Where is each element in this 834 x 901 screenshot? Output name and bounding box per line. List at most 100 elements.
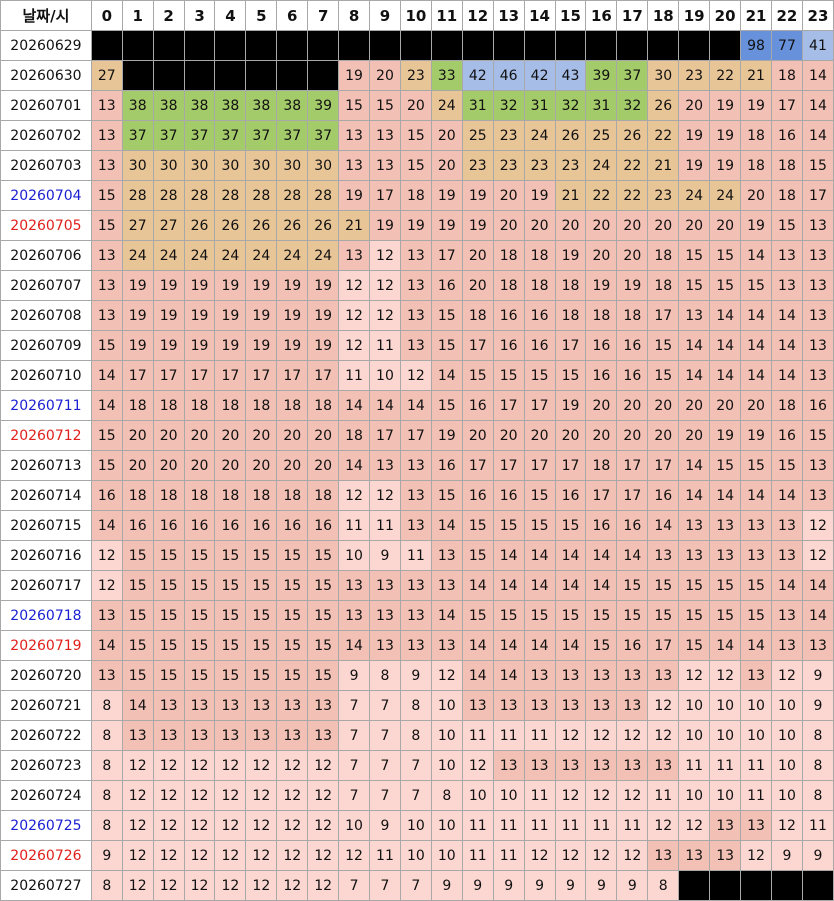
value-cell: 12 bbox=[616, 840, 649, 871]
value-cell: 9 bbox=[585, 870, 618, 901]
value-cell: 14 bbox=[492, 540, 525, 571]
value-cell: 8 bbox=[801, 750, 834, 781]
value-cell: 17 bbox=[616, 480, 649, 511]
table-row: 20260630 27 19 20 23 33 42 46 42 43 39 37 30 23 22 21 18… bbox=[0, 60, 834, 91]
value-cell: 15 bbox=[90, 420, 123, 451]
value-cell: 13 bbox=[245, 690, 278, 721]
value-cell: 14 bbox=[647, 510, 680, 541]
value-cell: 13 bbox=[523, 750, 556, 781]
value-cell: 37 bbox=[245, 120, 278, 151]
date-cell: 20260704 bbox=[0, 180, 92, 211]
value-cell: 18 bbox=[554, 300, 587, 331]
value-cell: 18 bbox=[214, 390, 247, 421]
value-cell: 22 bbox=[647, 120, 680, 151]
value-cell: 24 bbox=[709, 180, 742, 211]
value-cell: 11 bbox=[616, 810, 649, 841]
empty-cell bbox=[678, 870, 711, 901]
value-cell: 20 bbox=[214, 450, 247, 481]
value-cell: 14 bbox=[709, 360, 742, 391]
value-cell: 13 bbox=[801, 360, 834, 391]
value-cell: 15 bbox=[245, 570, 278, 601]
value-cell: 18 bbox=[245, 390, 278, 421]
value-cell: 27 bbox=[121, 210, 154, 241]
value-cell: 9 bbox=[801, 660, 834, 691]
value-cell: 20 bbox=[461, 420, 494, 451]
value-cell: 16 bbox=[276, 510, 309, 541]
value-cell: 12 bbox=[801, 510, 834, 541]
value-cell: 12 bbox=[709, 660, 742, 691]
hour-header-4: 4 bbox=[214, 0, 247, 31]
value-cell: 20 bbox=[709, 210, 742, 241]
value-cell: 24 bbox=[585, 150, 618, 181]
value-cell: 18 bbox=[492, 240, 525, 271]
value-cell: 14 bbox=[492, 570, 525, 601]
value-cell: 11 bbox=[523, 780, 556, 811]
value-cell: 13 bbox=[183, 720, 216, 751]
value-cell: 10 bbox=[430, 750, 463, 781]
value-cell: 12 bbox=[554, 720, 587, 751]
value-cell: 18 bbox=[770, 60, 803, 91]
value-cell: 15 bbox=[709, 240, 742, 271]
value-cell: 8 bbox=[90, 690, 123, 721]
value-cell: 11 bbox=[369, 840, 401, 871]
value-cell: 11 bbox=[647, 780, 680, 811]
value-cell: 8 bbox=[647, 870, 680, 901]
value-cell: 15 bbox=[90, 210, 123, 241]
value-cell: 16 bbox=[492, 330, 525, 361]
table-row: 20260702 13 37 37 37 37 37 37 37 13 13 15 20 25 23 24 26… bbox=[0, 120, 834, 151]
value-cell: 14 bbox=[523, 540, 556, 571]
value-cell: 19 bbox=[740, 210, 772, 241]
value-cell: 20 bbox=[121, 420, 154, 451]
value-cell: 20 bbox=[121, 450, 154, 481]
value-cell: 12 bbox=[369, 270, 401, 301]
value-cell: 13 bbox=[399, 480, 432, 511]
hour-header-10: 10 bbox=[399, 0, 432, 31]
value-cell: 10 bbox=[770, 690, 803, 721]
value-cell: 18 bbox=[585, 450, 618, 481]
value-cell: 16 bbox=[585, 330, 618, 361]
value-cell: 13 bbox=[399, 240, 432, 271]
value-cell: 12 bbox=[338, 330, 371, 361]
value-cell: 11 bbox=[523, 810, 556, 841]
value-cell: 8 bbox=[90, 870, 123, 901]
value-cell: 15 bbox=[430, 390, 463, 421]
empty-cell bbox=[585, 30, 618, 61]
value-cell: 14 bbox=[461, 630, 494, 661]
value-cell: 22 bbox=[709, 60, 742, 91]
value-cell: 13 bbox=[770, 240, 803, 271]
value-cell: 15 bbox=[369, 90, 401, 121]
value-cell: 19 bbox=[709, 120, 742, 151]
table-row: 20260717 12 15 15 15 15 15 15 15 13 13 13 13 14 14 14 14… bbox=[0, 570, 834, 601]
value-cell: 19 bbox=[214, 330, 247, 361]
value-cell: 16 bbox=[585, 360, 618, 391]
value-cell: 14 bbox=[399, 390, 432, 421]
value-cell: 14 bbox=[801, 120, 834, 151]
value-cell: 17 bbox=[307, 360, 340, 391]
value-cell: 14 bbox=[770, 480, 803, 511]
value-cell: 26 bbox=[245, 210, 278, 241]
value-cell: 13 bbox=[90, 660, 123, 691]
value-cell: 14 bbox=[90, 510, 123, 541]
value-cell: 20 bbox=[616, 240, 649, 271]
value-cell: 19 bbox=[276, 330, 309, 361]
value-cell: 23 bbox=[492, 150, 525, 181]
value-cell: 18 bbox=[523, 240, 556, 271]
value-cell: 15 bbox=[307, 570, 340, 601]
value-cell: 12 bbox=[554, 840, 587, 871]
value-cell: 12 bbox=[338, 840, 371, 871]
value-cell: 19 bbox=[183, 270, 216, 301]
value-cell: 24 bbox=[121, 240, 154, 271]
value-cell: 15 bbox=[616, 570, 649, 601]
value-cell: 11 bbox=[461, 810, 494, 841]
value-cell: 13 bbox=[709, 840, 742, 871]
hourly-value-table: 날짜/시 0 1 2 3 4 5 6 7 8 9 10 11 12 13 14 15 16 17 18 19 20 21 2… bbox=[0, 0, 834, 901]
value-cell: 20 bbox=[245, 450, 278, 481]
value-cell: 11 bbox=[338, 360, 371, 391]
value-cell: 12 bbox=[369, 480, 401, 511]
value-cell: 12 bbox=[121, 780, 154, 811]
value-cell: 30 bbox=[245, 150, 278, 181]
value-cell: 20 bbox=[678, 210, 711, 241]
value-cell: 19 bbox=[214, 300, 247, 331]
value-cell: 13 bbox=[90, 240, 123, 271]
value-cell: 15 bbox=[307, 600, 340, 631]
